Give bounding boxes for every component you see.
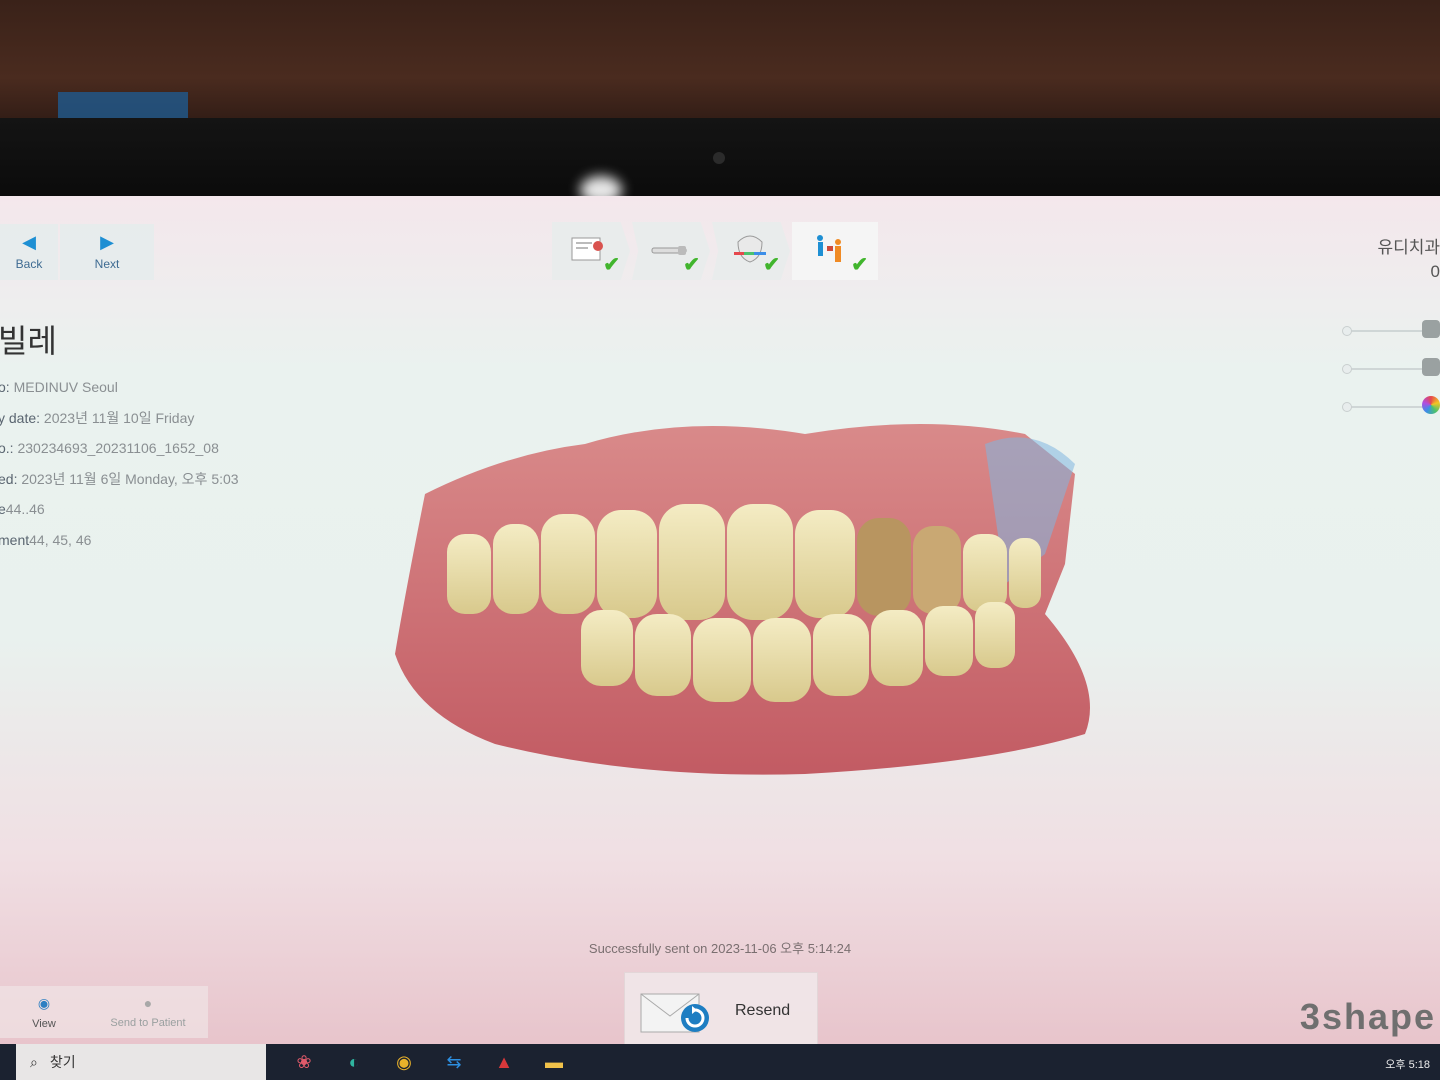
search-placeholder: 찾기 — [49, 1054, 76, 1070]
search-icon: ⌕ — [30, 1053, 38, 1070]
detail-row: o: MEDINUV Seoul — [0, 379, 118, 395]
next-button[interactable]: ▶ Next — [60, 224, 154, 280]
send-to-lab-icon — [817, 235, 841, 262]
send-to-patient-label: Send to Patient — [110, 1017, 186, 1029]
detail-row: ment44, 45, 46 — [0, 531, 92, 548]
bottom-left-actions: ◉ View ● Send to Patient — [0, 986, 208, 1038]
taskbar-app-edge[interactable]: ◐ — [332, 1047, 376, 1077]
taskbar-app-teamviewer[interactable]: ⇆ — [432, 1047, 476, 1077]
slider-track — [1346, 330, 1430, 332]
windows-taskbar: ⌕ 찾기 ❀ ◐ ◉ ⇆ ▲ ▬ 오후 5:18 — [0, 1044, 1440, 1080]
case-details: o: MEDINUV Seoul y date: 2023년 11월 10일 F… — [0, 372, 239, 555]
case-title: 빌레 — [0, 323, 57, 359]
detail-row: e44..46 — [0, 501, 45, 517]
slider-track — [1346, 368, 1430, 370]
color-slider[interactable] — [1340, 396, 1440, 438]
detail-row: ed: 2023년 11월 6일 Monday, 오후 5:03 — [0, 470, 239, 487]
slider-knob[interactable] — [1342, 364, 1352, 374]
color-wheel-icon — [1422, 396, 1440, 414]
slider-knob[interactable] — [1342, 402, 1352, 412]
clinic-name: 유디치과 — [1377, 238, 1440, 257]
view-button[interactable]: ◉ View — [0, 986, 88, 1038]
check-icon: ✔ — [603, 254, 620, 276]
send-status: Successfully sent on 2023-11-06 오후 5:14:… — [588, 941, 852, 956]
resend-button[interactable]: Resend — [624, 972, 818, 1050]
envelope-resend-icon — [640, 993, 709, 1033]
detail-row: o.: 230234693_20231106_1652_08 — [0, 440, 219, 456]
check-icon: ✔ — [851, 254, 868, 276]
send-to-patient-button[interactable]: ● Send to Patient — [88, 986, 208, 1038]
webcam — [713, 152, 725, 164]
navigation-bar: ◀ Back ▶ Next — [0, 224, 156, 280]
taskbar-apps: ❀ ◐ ◉ ⇆ ▲ ▬ — [282, 1047, 582, 1077]
step-scan[interactable]: ✔ — [632, 222, 710, 280]
lower-jaw-icon — [1422, 358, 1440, 376]
lower-jaw-slider[interactable] — [1340, 358, 1440, 400]
clinic-info: 유디치과 0 — [1377, 236, 1440, 284]
upper-jaw-icon — [1422, 320, 1440, 338]
view-sliders — [1340, 320, 1440, 438]
taskbar-app-folder[interactable]: ▬ — [532, 1047, 576, 1077]
arrow-right-icon: ▶ — [100, 232, 114, 252]
upper-jaw-slider[interactable] — [1340, 320, 1440, 362]
view-label: View — [32, 1017, 56, 1030]
check-icon: ✔ — [763, 254, 780, 276]
detail-row: y date: 2023년 11월 10일 Friday — [0, 409, 195, 426]
slider-track — [1346, 406, 1430, 408]
taskbar-clock: 오후 5:18 — [1385, 1059, 1430, 1071]
step-send[interactable]: ✔ — [792, 222, 878, 280]
resend-label: Resend — [735, 1002, 791, 1019]
back-label: Back — [15, 257, 43, 271]
next-label: Next — [94, 257, 120, 271]
check-icon: ✔ — [683, 254, 700, 276]
taskbar-app-chrome[interactable]: ◉ — [382, 1047, 426, 1077]
step-order-form[interactable]: ✔ — [552, 222, 630, 280]
workflow-steps: ✔ ✔ ✔ ✔ — [552, 222, 880, 280]
arrow-left-icon: ◀ — [22, 232, 36, 252]
dental-scan-3d-view[interactable] — [385, 414, 1110, 784]
background-wall — [0, 0, 1440, 130]
step-analyze[interactable]: ✔ — [712, 222, 790, 280]
application-window: ◀ Back ▶ Next ✔ ✔ ✔ ✔ 유디치과 0 빌레 o: MEDIN… — [0, 196, 1440, 1080]
person-icon: ● — [143, 995, 153, 1011]
eye-icon: ◉ — [37, 994, 51, 1011]
taskbar-search[interactable]: ⌕ 찾기 — [16, 1044, 266, 1080]
taskbar-app-pdf[interactable]: ▲ — [482, 1047, 526, 1077]
brand-logo: 3shape — [1299, 996, 1436, 1037]
back-button[interactable]: ◀ Back — [0, 224, 58, 280]
taskbar-app-photo[interactable]: ❀ — [282, 1047, 326, 1077]
monitor-bezel — [0, 118, 1440, 208]
slider-knob[interactable] — [1342, 326, 1352, 336]
clinic-count: 0 — [1430, 262, 1440, 281]
